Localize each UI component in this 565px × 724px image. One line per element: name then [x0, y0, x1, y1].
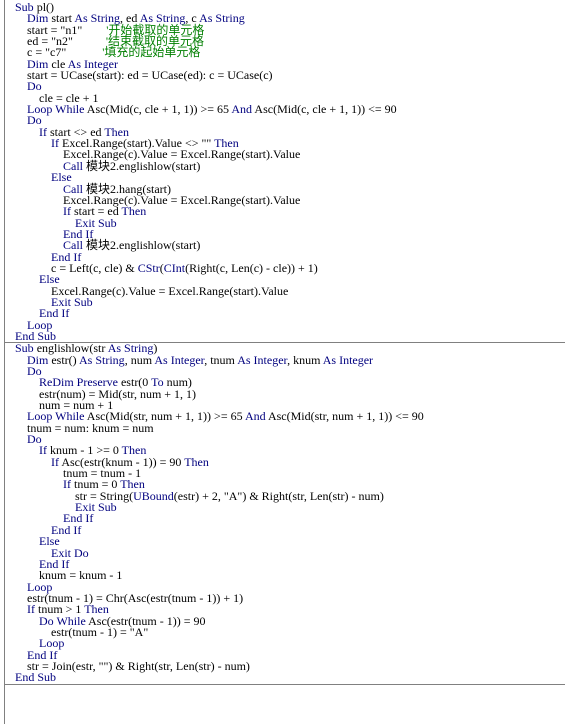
- keyword-token: CStr: [137, 260, 160, 275]
- code-token: start = UCase(start): ed = UCase(ed): c …: [15, 68, 273, 83]
- code-line[interactable]: start = UCase(start): ed = UCase(ed): c …: [5, 68, 565, 83]
- keyword-token: Then: [184, 454, 209, 469]
- code-line[interactable]: knum = knum - 1: [5, 569, 565, 581]
- code-line[interactable]: Loop: [5, 637, 565, 649]
- code-token: Asc(Mid(str, num + 1, 1)) <= 90: [267, 409, 424, 424]
- code-token: , knum: [287, 352, 323, 367]
- code-line[interactable]: str = Join(estr, "") & Right(str, Len(st…: [5, 660, 565, 672]
- code-area[interactable]: Sub pl() Dim start As String, ed As Stri…: [5, 1, 565, 685]
- code-line[interactable]: Loop: [5, 319, 565, 331]
- code-line[interactable]: End If: [5, 524, 565, 536]
- code-line[interactable]: Exit Do: [5, 547, 565, 559]
- keyword-token: As String: [199, 11, 245, 26]
- procedure-pl[interactable]: Sub pl() Dim start As String, ed As Stri…: [5, 1, 565, 344]
- code-line[interactable]: Loop While Asc(Mid(c, cle + 1, 1)) >= 65…: [5, 102, 565, 117]
- code-token: Asc(Mid(c, cle + 1, 1)) <= 90: [254, 102, 397, 117]
- code-line[interactable]: Exit Sub: [5, 296, 565, 308]
- keyword-token: UBound: [133, 488, 174, 503]
- code-line[interactable]: Call 模块2.englishlow(start): [5, 238, 565, 253]
- code-token: , num: [124, 352, 155, 367]
- code-token: estr(): [51, 352, 79, 367]
- code-line[interactable]: c = Left(c, cle) & CStr(CInt(Right(c, Le…: [5, 260, 565, 275]
- code-token: Asc(Mid(c, cle + 1, 1)) >= 65: [86, 102, 232, 117]
- keyword-token: End Sub: [15, 670, 57, 685]
- code-line[interactable]: End Sub: [5, 670, 565, 685]
- keyword-token: As String: [79, 352, 125, 367]
- keyword-token: As Integer: [154, 352, 205, 367]
- keyword-token: Then: [121, 204, 147, 219]
- code-line[interactable]: Call 模块2.englishlow(start): [5, 158, 565, 173]
- procedure-englishlow[interactable]: Sub englishlow(str As String) Dim estr()…: [5, 342, 565, 685]
- code-token: 模块2.englishlow(start): [86, 158, 201, 173]
- code-line[interactable]: End If: [5, 307, 565, 319]
- code-line[interactable]: Else: [5, 535, 565, 547]
- code-token: (Right(c, Len(c) - cle)) + 1): [185, 260, 318, 275]
- code-line[interactable]: estr(tnum - 1) = "A": [5, 626, 565, 638]
- keyword-token: And: [244, 409, 268, 424]
- code-token: , tnum: [204, 352, 238, 367]
- keyword-token: CInt: [163, 260, 186, 275]
- keyword-token: As Integer: [322, 352, 374, 367]
- code-token: 模块2.englishlow(start): [86, 238, 201, 253]
- keyword-token: And: [231, 102, 255, 117]
- keyword-token: As Integer: [237, 352, 288, 367]
- code-token: (estr) + 2, "A") & Right(str, Len(str) -…: [173, 488, 384, 503]
- code-line[interactable]: End If: [5, 512, 565, 524]
- code-line[interactable]: Dim estr() As String, num As Integer, tn…: [5, 352, 565, 367]
- code-line[interactable]: tnum = num: knum = num: [5, 422, 565, 434]
- code-editor-pane[interactable]: Sub pl() Dim start As String, ed As Stri…: [0, 0, 565, 724]
